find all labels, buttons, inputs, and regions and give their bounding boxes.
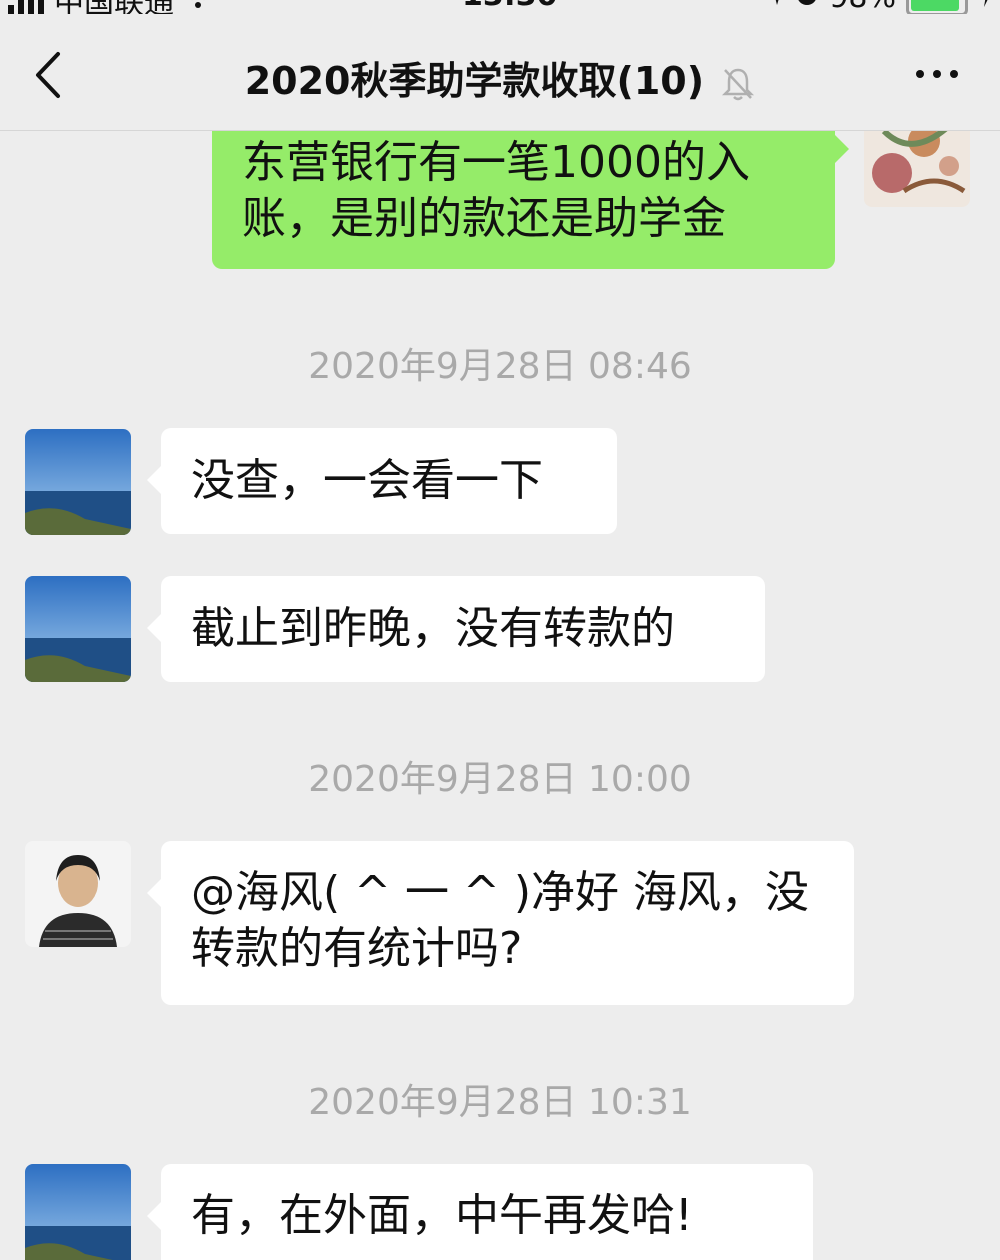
message-text: @海风( ^ 一 ^ )净好 海风，没转款的有统计吗? (191, 867, 809, 974)
landscape-avatar[interactable] (25, 1164, 131, 1260)
more-dots-icon (916, 70, 924, 78)
message-text: 没查，一会看一下 (191, 455, 543, 506)
message-bubble[interactable]: 有，在外面，中午再发哈! (147, 1164, 813, 1260)
message-bubble-self[interactable]: 东营银行有一笔1000的入账，是别的款还是助学金 (212, 131, 849, 269)
nav-bar: 2020秋季助学款收取(10) (0, 14, 1000, 131)
message-bubble[interactable]: 截止到昨晚，没有转款的 (147, 576, 765, 682)
battery-percent: 98% (829, 0, 896, 15)
message-text: 截止到昨晚，没有转款的 (191, 603, 675, 654)
status-bar: 中国联通 13:30 98% (0, 0, 1000, 21)
message-bubble[interactable]: 没查，一会看一下 (147, 428, 617, 534)
self-avatar[interactable] (864, 131, 970, 207)
landscape-avatar[interactable] (25, 429, 131, 535)
person-avatar[interactable] (25, 841, 131, 947)
bell-off-icon (722, 68, 755, 100)
more-options-button[interactable] (916, 70, 958, 78)
chat-title: 2020秋季助学款收取(10) (0, 50, 1000, 105)
alarm-icon (795, 0, 819, 15)
landscape-avatar[interactable] (25, 576, 131, 682)
message-text: 有，在外面，中午再发哈! (191, 1190, 693, 1241)
location-icon (765, 0, 785, 15)
chat-area[interactable]: 东营银行有一笔1000的入账，是别的款还是助学金 2020年9月28日 08:4… (0, 131, 1000, 1260)
signal-icon (8, 0, 44, 15)
message-bubble[interactable]: @海风( ^ 一 ^ )净好 海风，没转款的有统计吗? (147, 841, 854, 1005)
message-timestamp: 2020年9月28日 10:00 (308, 759, 692, 800)
message-text: 东营银行有一笔1000的入账，是别的款还是助学金 (242, 137, 750, 244)
charging-icon (978, 0, 994, 15)
status-time: 13:30 (462, 0, 558, 13)
chat-title-text: 2020秋季助学款收取(10) (244, 59, 705, 103)
message-timestamp: 2020年9月28日 08:46 (308, 346, 692, 387)
message-timestamp: 2020年9月28日 10:31 (308, 1082, 692, 1123)
